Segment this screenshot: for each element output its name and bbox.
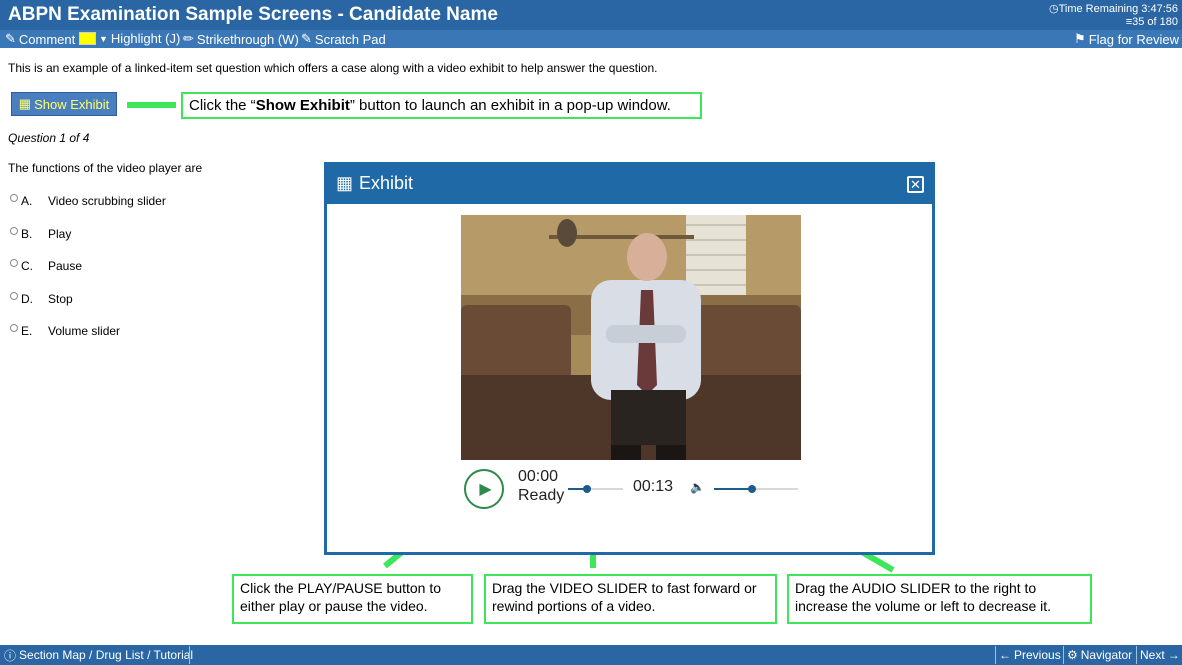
audio-slider-level [714, 488, 752, 490]
show-exhibit-button[interactable]: ▦ Show Exhibit [11, 92, 117, 116]
video-duration: 00:13 [633, 478, 674, 495]
video-slider-callout: Drag the VIDEO SLIDER to fast forward or… [484, 574, 777, 624]
audio-slider-callout: Drag the AUDIO SLIDER to the right to in… [787, 574, 1092, 624]
navigator-button[interactable]: ⚙ Navigator [1067, 645, 1132, 665]
title-bar: ABPN Examination Sample Screens - Candid… [0, 0, 1182, 30]
chevron-down-icon[interactable]: ▼ [99, 34, 108, 44]
flag-icon: ⚑ [1074, 31, 1086, 46]
next-button[interactable]: Next → [1140, 645, 1180, 665]
volume-icon[interactable]: 🔈 [690, 480, 705, 494]
radio-button[interactable] [10, 324, 18, 332]
question-stem: The functions of the video player are [8, 161, 203, 175]
current-time: 00:00 [518, 468, 559, 485]
play-pause-button[interactable]: ▶ [464, 469, 504, 509]
footer-divider [995, 646, 996, 664]
app-title: ABPN Examination Sample Screens - Candid… [8, 4, 498, 25]
flag-for-review-button[interactable]: ⚑ Flag for Review [1074, 31, 1179, 47]
exhibit-dialog-body: ▶ 00:00 Ready 00:13 🔈 [327, 204, 932, 552]
comment-icon: ✎ [5, 31, 16, 46]
gear-icon: ⚙ [1067, 648, 1078, 662]
answer-option-c[interactable]: C. Pause [10, 259, 82, 273]
strikethrough-button[interactable]: ✏ Strikethrough (W) [183, 31, 299, 47]
footer-divider [1136, 646, 1137, 664]
pencil-icon: ✏ [183, 31, 194, 46]
footer-divider [189, 646, 190, 664]
show-exhibit-callout: Click the “Show Exhibit” button to launc… [181, 92, 702, 119]
question-count: ≡35 of 180 [1125, 16, 1178, 28]
section-map-button[interactable]: ⓘ Section Map / Drug List / Tutorial [4, 645, 193, 665]
previous-button[interactable]: ← Previous [999, 645, 1061, 665]
time-remaining: ◷Time Remaining 3:47:56 [1048, 3, 1178, 15]
arrow-left-icon: ← [999, 648, 1011, 662]
arrow-right-icon: → [1167, 648, 1180, 662]
video-frame[interactable] [461, 215, 801, 460]
scratch-pad-icon: ✎ [301, 31, 312, 46]
video-slider-knob[interactable] [583, 485, 592, 493]
player-status: Ready [518, 487, 565, 504]
exhibit-title: ▦ Exhibit [336, 173, 414, 193]
highlight-color-swatch[interactable] [79, 32, 96, 45]
exhibit-dialog: ▦ Exhibit ✕ ▶ 00:00 Ready 00:13 🔈 [324, 162, 935, 555]
intro-text: This is an example of a linked-item set … [8, 61, 658, 75]
help-icon: ⓘ [4, 648, 17, 663]
exhibit-icon: ▦ [18, 96, 32, 111]
scratch-pad-button[interactable]: ✎ Scratch Pad [301, 31, 386, 47]
highlight-button[interactable]: ▼ Highlight (J) [79, 31, 180, 46]
radio-button[interactable] [10, 292, 18, 300]
video-controls: ▶ 00:00 Ready 00:13 🔈 [461, 466, 801, 516]
footer-divider [1063, 646, 1064, 664]
answer-option-b[interactable]: B. Play [10, 227, 71, 241]
answer-option-e[interactable]: E. Volume slider [10, 324, 120, 338]
clock-icon: ◷ [1048, 3, 1059, 15]
video-still [461, 215, 801, 460]
radio-button[interactable] [10, 259, 18, 267]
question-number: Question 1 of 4 [8, 131, 90, 145]
play-pause-callout: Click the PLAY/PAUSE button to either pl… [232, 574, 473, 624]
answer-option-a[interactable]: A. Video scrubbing slider [10, 194, 166, 208]
exhibit-icon: ▦ [336, 173, 354, 193]
exhibit-dialog-header[interactable]: ▦ Exhibit ✕ [324, 162, 935, 204]
comment-button[interactable]: ✎ Comment [5, 31, 75, 47]
close-icon[interactable]: ✕ [907, 176, 924, 193]
radio-button[interactable] [10, 194, 18, 202]
radio-button[interactable] [10, 227, 18, 235]
footer-bar: ⓘ Section Map / Drug List / Tutorial ← Pre… [0, 645, 1182, 665]
audio-slider-knob[interactable] [747, 485, 756, 493]
answer-option-d[interactable]: D. Stop [10, 292, 73, 306]
toolbar: ✎ Comment ▼ Highlight (J) ✏ Strikethrough … [0, 30, 1182, 48]
play-icon: ▶ [479, 481, 492, 498]
